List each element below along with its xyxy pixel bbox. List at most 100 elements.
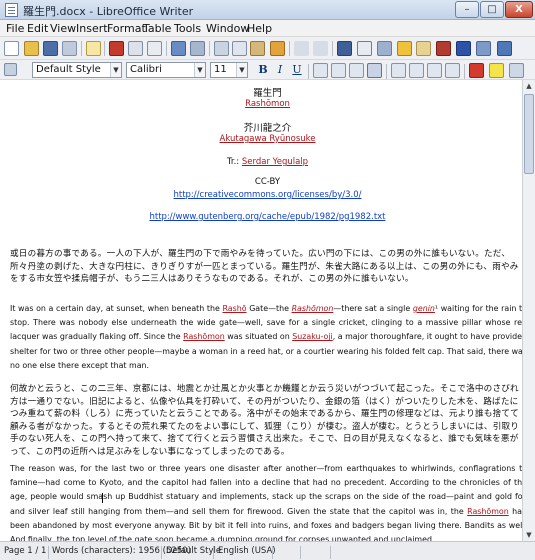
justify-icon[interactable] xyxy=(367,63,382,78)
draw-functions-icon[interactable] xyxy=(416,41,431,56)
background-color-icon[interactable] xyxy=(509,63,524,78)
open-folder-icon[interactable] xyxy=(24,41,39,56)
autospell-icon[interactable] xyxy=(190,41,205,56)
save-icon[interactable] xyxy=(43,41,58,56)
export-pdf-icon[interactable] xyxy=(109,41,124,56)
font-color-icon[interactable] xyxy=(469,63,484,78)
document-page[interactable]: 羅生門 Rashōmon 芥川龍之介 Akutagawa Ryūnosuke T… xyxy=(0,80,535,541)
menu-view[interactable]: View xyxy=(50,22,76,35)
translator-line: Tr.: Serdar Yegulalp xyxy=(10,157,525,167)
menu-bar: File Edit View Insert Format Table Tools… xyxy=(0,20,535,37)
increase-indent-icon[interactable] xyxy=(445,63,460,78)
styles-icon[interactable] xyxy=(4,63,17,76)
title-jp: 羅生門 xyxy=(253,88,282,99)
window-title: 羅生門.docx - LibreOffice Writer xyxy=(23,5,194,18)
close-button[interactable]: X xyxy=(505,1,533,18)
paragraph-style-value: Default Style xyxy=(36,64,101,75)
image-icon[interactable] xyxy=(377,41,392,56)
numbering-icon[interactable] xyxy=(391,63,406,78)
standard-toolbar xyxy=(0,37,535,60)
zoom-icon[interactable] xyxy=(476,41,491,56)
toolbar-separator xyxy=(209,41,210,56)
text-language[interactable]: English (USA) xyxy=(218,546,276,556)
copy-icon[interactable] xyxy=(232,41,247,56)
navigator-icon[interactable] xyxy=(436,41,451,56)
toolbar-separator xyxy=(332,41,333,56)
status-separator xyxy=(272,546,273,559)
menu-tools[interactable]: Tools xyxy=(174,22,201,35)
chart-icon[interactable] xyxy=(397,41,412,56)
formatting-marks-icon[interactable] xyxy=(456,41,471,56)
bullets-icon[interactable] xyxy=(409,63,424,78)
paragraph-jp-2: 何故かと云うと、この二三年、京都には、地震とか辻風とか火事とか饑饉とか云う災いが… xyxy=(10,384,520,457)
scrollbar-thumb[interactable] xyxy=(524,94,534,174)
hyperlink-icon[interactable] xyxy=(337,41,352,56)
spell-word: Rashōmon xyxy=(467,506,509,516)
email-icon[interactable] xyxy=(62,41,77,56)
spell-word: Suzaku-oji xyxy=(292,332,333,342)
text-run: It was on a certain day, at sunset, when… xyxy=(10,304,223,313)
author-en: Akutagawa Ryūnosuke xyxy=(219,134,316,144)
table-icon[interactable] xyxy=(357,41,372,56)
translator-prefix: Tr.: xyxy=(226,157,242,167)
text-run: The reason was, for the last two or thre… xyxy=(10,464,527,516)
bold-button[interactable]: B xyxy=(256,62,270,78)
formatting-toolbar: Default Style ▼ Calibri ▼ 11 ▼ B I U xyxy=(0,60,535,80)
print-preview-icon[interactable] xyxy=(147,41,162,56)
chevron-down-icon[interactable]: ▼ xyxy=(194,63,205,77)
toolbar-separator xyxy=(464,64,465,79)
underline-button[interactable]: U xyxy=(290,62,304,78)
align-center-icon[interactable] xyxy=(331,63,346,78)
font-size-select[interactable]: 11 ▼ xyxy=(210,62,248,78)
paste-icon[interactable] xyxy=(250,41,265,56)
toolbar-separator xyxy=(104,41,105,56)
text-run: was situated on xyxy=(224,332,293,342)
new-document-icon[interactable] xyxy=(4,41,19,56)
highlighting-icon[interactable] xyxy=(489,63,504,78)
paragraph-style-select[interactable]: Default Style ▼ xyxy=(32,62,122,78)
spelling-icon[interactable] xyxy=(171,41,186,56)
align-left-icon[interactable] xyxy=(313,63,328,78)
status-separator xyxy=(300,546,301,559)
status-separator xyxy=(161,546,162,559)
minimize-button[interactable]: – xyxy=(455,1,479,18)
help-icon[interactable] xyxy=(497,41,512,56)
paragraph-en-1: It was on a certain day, at sunset, when… xyxy=(10,302,527,373)
author-jp: 芥川龍之介 xyxy=(243,123,292,134)
title-en: Rashōmon xyxy=(245,99,290,109)
italic-button[interactable]: I xyxy=(273,62,287,78)
font-name-select[interactable]: Calibri ▼ xyxy=(126,62,206,78)
status-separator xyxy=(330,546,331,559)
menu-file[interactable]: File xyxy=(6,22,24,35)
page-indicator[interactable]: Page 1 / 1 xyxy=(4,546,46,556)
scroll-down-icon[interactable]: ▼ xyxy=(523,529,535,541)
decrease-indent-icon[interactable] xyxy=(427,63,442,78)
redo-icon[interactable] xyxy=(313,41,328,56)
clone-formatting-icon[interactable] xyxy=(270,41,285,56)
chevron-down-icon[interactable]: ▼ xyxy=(110,63,121,77)
undo-icon[interactable] xyxy=(294,41,309,56)
toolbar-separator xyxy=(166,41,167,56)
menu-window[interactable]: Window xyxy=(206,22,249,35)
cut-icon[interactable] xyxy=(214,41,229,56)
text-run: —there sat a single xyxy=(333,304,413,313)
chevron-down-icon[interactable]: ▼ xyxy=(236,63,247,77)
spell-word: Rashō xyxy=(222,304,247,313)
edit-mode-icon[interactable] xyxy=(86,41,101,56)
menu-edit[interactable]: Edit xyxy=(27,22,48,35)
align-right-icon[interactable] xyxy=(349,63,364,78)
text-run: Gate—the xyxy=(246,304,292,313)
spell-word: Rashōmon xyxy=(183,332,225,342)
paragraph-jp-1: 或日の暮方の事である。一人の下人が、羅生門の下で雨やみを待っていた。広い門の下に… xyxy=(10,249,519,285)
maximize-button[interactable]: □ xyxy=(480,1,504,18)
menu-help[interactable]: Help xyxy=(247,22,272,35)
license-link[interactable]: http://creativecommons.org/licenses/by/3… xyxy=(10,190,525,200)
scroll-up-icon[interactable]: ▲ xyxy=(523,80,535,92)
vertical-scrollbar[interactable]: ▲ ▼ xyxy=(522,80,535,541)
menu-insert[interactable]: Insert xyxy=(76,22,108,35)
menu-format[interactable]: Format xyxy=(107,22,146,35)
source-link[interactable]: http://www.gutenberg.org/cache/epub/1982… xyxy=(10,212,525,222)
paragraph-en-2: The reason was, for the last two or thre… xyxy=(10,462,527,541)
print-icon[interactable] xyxy=(128,41,143,56)
menu-table[interactable]: Table xyxy=(143,22,171,35)
